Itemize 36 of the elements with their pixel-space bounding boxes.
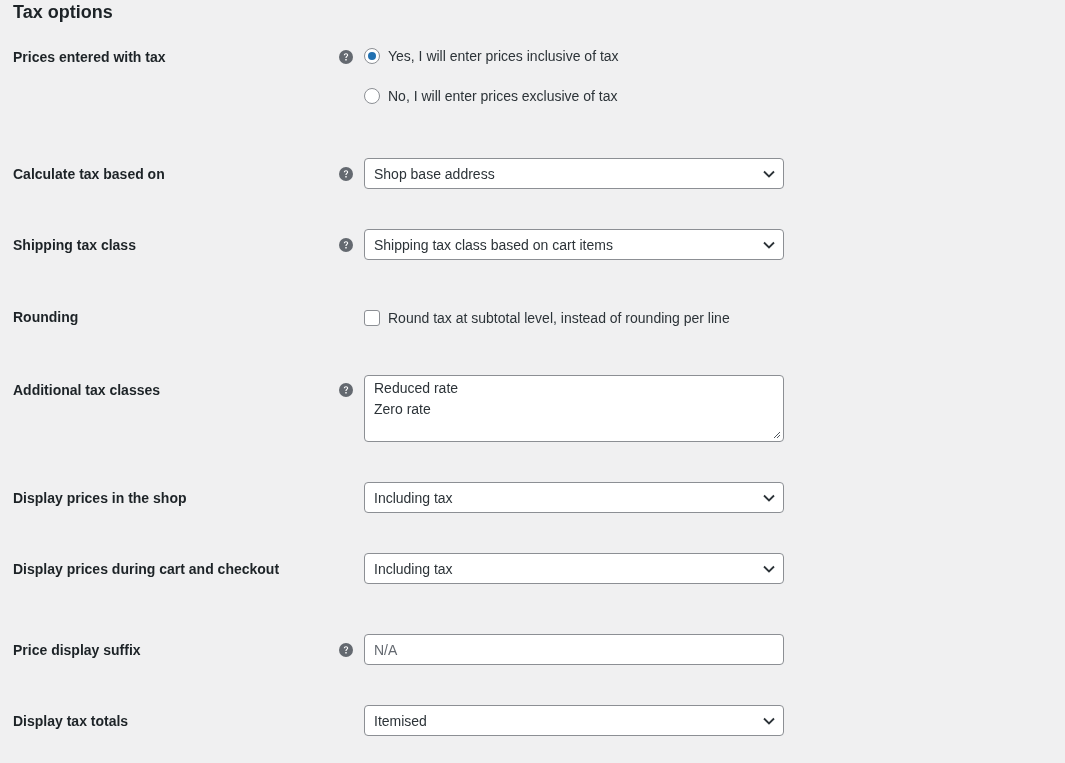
text-line: Zero rate xyxy=(374,400,432,419)
radio-button[interactable] xyxy=(364,88,380,104)
setting-label: Shipping tax class xyxy=(13,237,136,253)
dropdown[interactable]: Itemised xyxy=(364,705,784,736)
resize-handle-icon[interactable] xyxy=(773,431,781,439)
help-icon[interactable] xyxy=(339,238,353,252)
setting-label: Display tax totals xyxy=(13,713,129,729)
chevron-down-icon xyxy=(763,169,775,178)
dropdown[interactable]: Shipping tax class based on cart items xyxy=(364,229,784,260)
text-field[interactable]: N/A xyxy=(364,634,784,665)
text-area[interactable]: Reduced rate Zero rate xyxy=(364,375,784,442)
dropdown[interactable]: Including tax xyxy=(364,482,784,513)
radio-button[interactable] xyxy=(364,48,380,64)
setting-label: Rounding xyxy=(13,309,79,325)
option-label: Yes, I will enter prices inclusive of tax xyxy=(388,47,619,66)
setting-label: Display prices during cart and checkout xyxy=(13,561,280,577)
help-icon[interactable] xyxy=(339,167,353,181)
setting-label: Additional tax classes xyxy=(13,382,161,398)
setting-label: Calculate tax based on xyxy=(13,166,165,182)
chevron-down-icon xyxy=(763,564,775,573)
dropdown[interactable]: Shop base address xyxy=(364,158,784,189)
help-icon[interactable] xyxy=(339,50,353,64)
chevron-down-icon xyxy=(763,493,775,502)
chevron-down-icon xyxy=(763,716,775,725)
help-icon[interactable] xyxy=(339,643,353,657)
setting-label: Prices entered with tax xyxy=(13,49,166,65)
text-line: Reduced rate xyxy=(374,379,460,398)
setting-label: Price display suffix xyxy=(13,642,141,658)
option-label: No, I will enter prices exclusive of tax xyxy=(388,87,618,106)
section-heading: Tax options xyxy=(13,1,114,22)
checkbox-label: Round tax at subtotal level, instead of rounding per line xyxy=(388,309,730,328)
help-icon[interactable] xyxy=(339,383,353,397)
dropdown[interactable]: Including tax xyxy=(364,553,784,584)
chevron-down-icon xyxy=(763,240,775,249)
setting-label: Display prices in the shop xyxy=(13,490,187,506)
checkbox[interactable] xyxy=(364,310,380,326)
